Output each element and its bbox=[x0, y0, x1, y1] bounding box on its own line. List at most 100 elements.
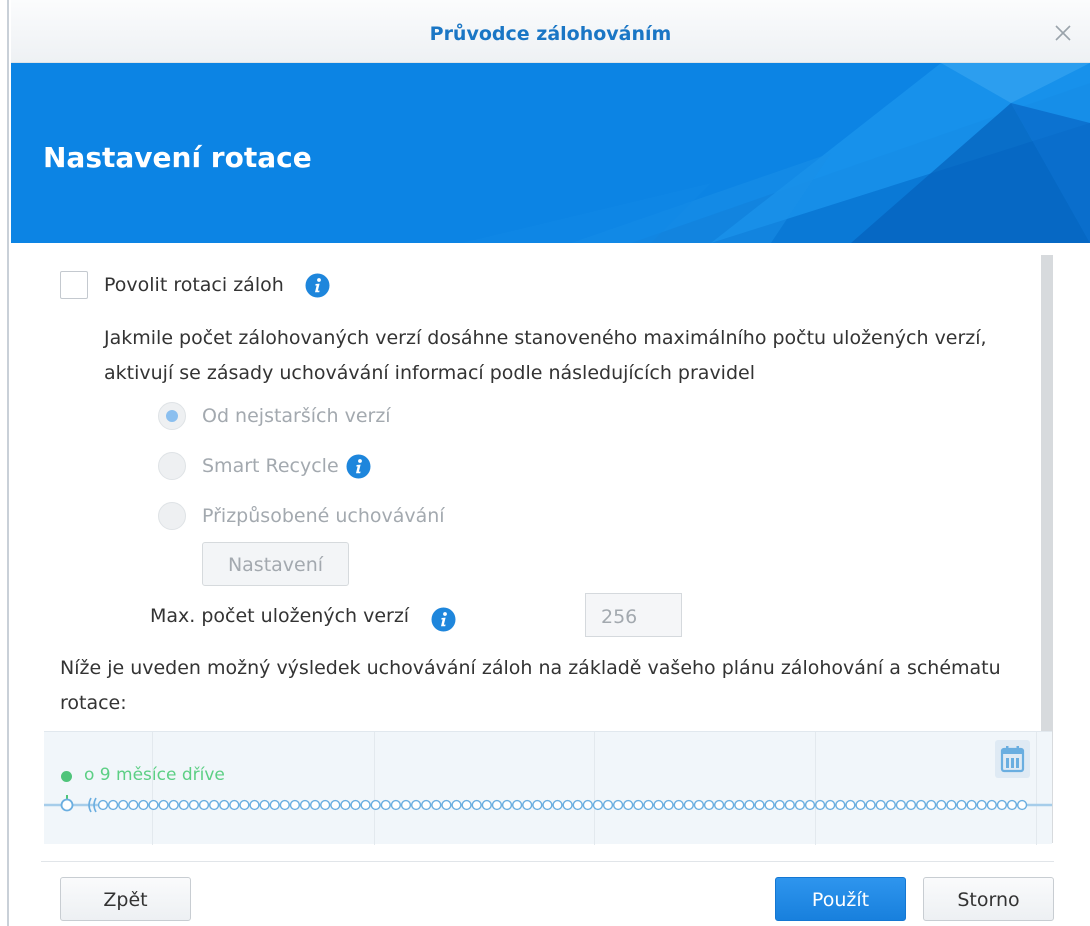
timeline-version-point bbox=[441, 799, 452, 811]
timeline-version-point bbox=[158, 799, 169, 811]
timeline-version-point bbox=[744, 799, 755, 811]
timeline-version-point bbox=[1006, 799, 1018, 811]
timeline-version-point bbox=[481, 799, 492, 811]
cancel-button[interactable]: Storno bbox=[923, 877, 1054, 921]
timeline-version-point bbox=[390, 799, 402, 811]
timeline-version-point bbox=[663, 799, 674, 811]
timeline-version-point bbox=[764, 799, 775, 811]
timeline-version-point bbox=[946, 799, 957, 811]
timeline-version-point bbox=[340, 799, 351, 811]
timeline-version-point bbox=[138, 799, 149, 811]
apply-button[interactable]: Použít bbox=[775, 877, 906, 921]
timeline-version-point bbox=[875, 799, 886, 811]
radio-smart-recycle-label: Smart Recycle bbox=[202, 455, 339, 477]
timeline-version-point bbox=[936, 799, 947, 811]
timeline-version-point bbox=[491, 799, 503, 811]
max-versions-label: Max. počet uložených verzí bbox=[150, 605, 410, 627]
timeline-version-point bbox=[562, 799, 573, 811]
timeline-version-point bbox=[804, 799, 816, 811]
timeline-version-point bbox=[612, 799, 624, 811]
timeline-gridline bbox=[1036, 732, 1037, 845]
timeline-track bbox=[44, 795, 1052, 813]
timeline-version-point bbox=[259, 799, 270, 811]
radio-custom-retention[interactable] bbox=[158, 502, 186, 530]
timeline-version-point bbox=[360, 799, 371, 811]
close-icon bbox=[1055, 25, 1071, 41]
timeline-version-point bbox=[320, 799, 331, 811]
timeline-version-point bbox=[229, 799, 240, 811]
timeline-version-point bbox=[289, 799, 301, 811]
retention-timeline: o 9 měsíce dříve bbox=[44, 731, 1052, 845]
timeline-version-point bbox=[501, 799, 513, 811]
timeline-version-point bbox=[845, 799, 856, 811]
calendar-icon bbox=[1000, 746, 1025, 773]
timeline-version-point bbox=[512, 799, 523, 811]
max-versions-input[interactable]: 256 bbox=[585, 593, 682, 637]
settings-button[interactable]: Nastavení bbox=[202, 542, 349, 586]
timeline-version-point bbox=[814, 799, 826, 811]
timeline-version-point bbox=[542, 799, 553, 811]
timeline-version-point bbox=[431, 799, 442, 811]
timeline-version-point bbox=[370, 799, 381, 811]
timeline-gridline bbox=[374, 732, 375, 845]
timeline-version-point bbox=[188, 799, 200, 811]
timeline-version-point bbox=[986, 799, 997, 811]
timeline-version-point bbox=[825, 799, 836, 811]
timeline-version-point bbox=[310, 799, 321, 811]
timeline-version-point bbox=[835, 799, 846, 811]
timeline-version-point bbox=[330, 799, 341, 811]
page-title: Nastavení rotace bbox=[43, 141, 312, 174]
timeline-version-point bbox=[633, 799, 644, 811]
timeline-version-point bbox=[754, 799, 765, 811]
timeline-version-point bbox=[885, 799, 896, 811]
calendar-button[interactable] bbox=[995, 740, 1030, 778]
footer-divider bbox=[41, 861, 1054, 862]
timeline-version-point bbox=[532, 799, 543, 811]
timeline-version-point bbox=[178, 799, 189, 811]
timeline-version-point bbox=[653, 799, 664, 811]
timeline-version-point bbox=[380, 799, 391, 811]
timeline-version-point bbox=[713, 799, 725, 811]
timeline-version-point bbox=[471, 799, 482, 811]
timeline-version-point bbox=[703, 799, 715, 811]
info-icon[interactable] bbox=[346, 454, 371, 479]
timeline-version-point bbox=[724, 799, 735, 811]
timeline-version-point bbox=[97, 799, 109, 811]
timeline-version-point bbox=[734, 799, 745, 811]
timeline-version-point bbox=[602, 799, 614, 811]
timeline-version-point bbox=[1016, 799, 1028, 811]
timeline-version-point bbox=[592, 799, 604, 811]
timeline-version-point bbox=[522, 799, 533, 811]
info-icon[interactable] bbox=[431, 607, 456, 632]
window-edge bbox=[0, 0, 9, 926]
radio-smart-recycle[interactable] bbox=[158, 452, 186, 480]
enable-rotation-checkbox[interactable] bbox=[60, 271, 88, 299]
timeline-version-point bbox=[926, 799, 937, 811]
timeline-version-point bbox=[461, 799, 472, 811]
timeline-version-point bbox=[209, 799, 220, 811]
content-area: Povolit rotaci záloh Jakmile počet záloh… bbox=[11, 243, 1090, 845]
close-button[interactable] bbox=[1048, 18, 1078, 48]
timeline-version-point bbox=[915, 799, 927, 811]
header-banner: Nastavení rotace bbox=[11, 63, 1090, 243]
timeline-version-point bbox=[572, 799, 583, 811]
timeline-version-point bbox=[168, 799, 179, 811]
timeline-version-point bbox=[693, 799, 705, 811]
title-bar: Průvodce zálohováním bbox=[11, 0, 1090, 63]
timeline-version-point bbox=[643, 799, 654, 811]
timeline-version-point bbox=[118, 799, 129, 811]
timeline-version-point bbox=[673, 799, 684, 811]
timeline-version-point bbox=[774, 799, 785, 811]
timeline-version-point bbox=[107, 799, 119, 811]
radio-oldest-versions[interactable] bbox=[158, 402, 186, 430]
back-button[interactable]: Zpět bbox=[60, 877, 191, 921]
timeline-version-point bbox=[976, 799, 987, 811]
timeline-version-point bbox=[148, 799, 159, 811]
timeline-version-point bbox=[865, 799, 876, 811]
timeline-version-point bbox=[421, 799, 432, 811]
retention-preview-note: Níže je uveden možný výsledek uchovávání… bbox=[60, 657, 1001, 714]
timeline-gridline bbox=[152, 732, 153, 845]
timeline-gridline bbox=[815, 732, 816, 845]
radio-oldest-versions-label: Od nejstarších verzí bbox=[202, 405, 391, 427]
info-icon[interactable] bbox=[305, 273, 330, 298]
